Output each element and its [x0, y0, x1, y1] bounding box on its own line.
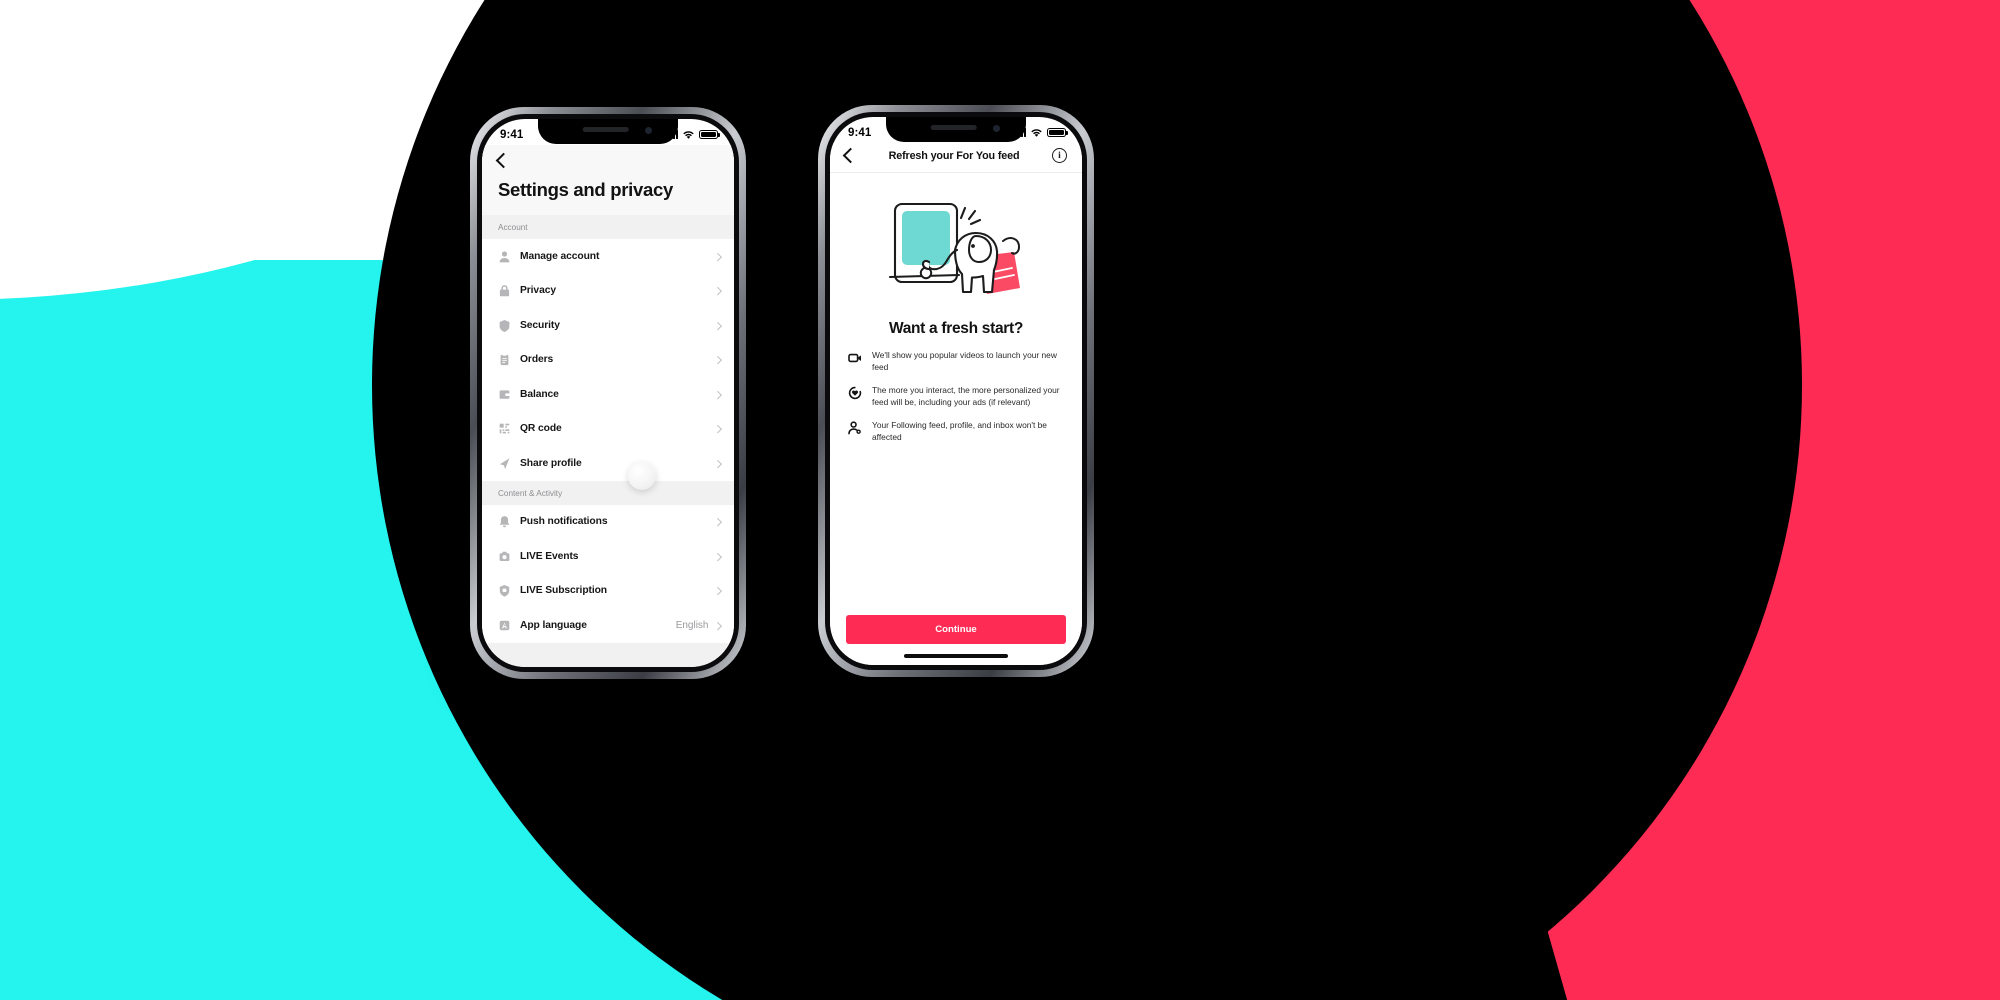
info-circle-icon[interactable]: i: [1052, 148, 1067, 163]
settings-row-balance[interactable]: Balance: [482, 377, 734, 412]
benefit-text: The more you interact, the more personal…: [872, 384, 1060, 407]
share-arrow-icon: [498, 457, 511, 470]
settings-row-push-notifications[interactable]: Push notifications: [482, 505, 734, 540]
status-bar: 9:41: [482, 119, 734, 145]
nav-bar: Refresh your For You feed i: [830, 143, 1082, 173]
person-gear-icon: [848, 421, 862, 435]
chevron-left-icon: [495, 152, 512, 169]
benefit-item: The more you interact, the more personal…: [848, 385, 1066, 409]
phone-mockup-settings: 9:41 Settings and privacy Account Manage…: [470, 107, 746, 679]
translate-icon: [498, 619, 511, 632]
benefit-list: We'll show you popular videos to launch …: [830, 350, 1082, 444]
chevron-right-icon: [713, 459, 722, 468]
cellular-signal-icon: [666, 130, 678, 139]
settings-card: Push notifications LIVE Events LIVE Subscr…: [482, 504, 734, 643]
live-shield-icon: [498, 584, 511, 597]
settings-row-label: Orders: [520, 354, 554, 366]
phone-bezel: 9:41 Settings and privacy Account Manage…: [477, 114, 739, 672]
phone-bezel: 9:41 Refresh your For You feed i Want a …: [825, 112, 1087, 670]
settings-card: Manage account Privacy Security Orders Balan…: [482, 239, 734, 481]
settings-row-label: LIVE Subscription: [520, 585, 607, 597]
chevron-right-icon: [713, 252, 722, 261]
benefit-text: Your Following feed, profile, and inbox …: [872, 419, 1047, 442]
chevron-right-icon: [713, 355, 722, 364]
settings-row-label: App language: [520, 619, 587, 631]
settings-row-share-profile[interactable]: Share profile: [482, 446, 734, 481]
settings-row-label: Security: [520, 319, 560, 331]
settings-row-app-language[interactable]: App language English: [482, 608, 734, 643]
battery-icon: [699, 129, 720, 140]
chevron-left-icon[interactable]: [842, 147, 859, 164]
chevron-right-icon: [713, 424, 722, 433]
settings-row-live-events[interactable]: LIVE Events: [482, 539, 734, 574]
status-time: 9:41: [500, 128, 524, 141]
person-icon: [498, 250, 511, 263]
hero-title: Want a fresh start?: [888, 320, 1024, 337]
chevron-right-icon: [713, 621, 722, 630]
bell-icon: [498, 515, 511, 528]
battery-icon: [1047, 127, 1068, 138]
settings-row-value: English: [675, 619, 709, 631]
settings-row-label: Privacy: [520, 285, 556, 297]
settings-row-label: LIVE Events: [520, 550, 579, 562]
chevron-right-icon: [713, 586, 722, 595]
wifi-icon: [683, 130, 694, 139]
elephant-phone-illustration: [830, 173, 1082, 312]
status-indicators: [1014, 127, 1068, 138]
phone-screen-settings: 9:41 Settings and privacy Account Manage…: [482, 119, 734, 667]
settings-row-security[interactable]: Security: [482, 308, 734, 343]
continue-button[interactable]: Continue: [846, 615, 1066, 644]
refresh-feed-body: Refresh your For You feed i Want a fresh…: [830, 143, 1082, 665]
settings-row-label: Balance: [520, 388, 559, 400]
clipboard-icon: [498, 353, 511, 366]
screenshot-stage: 9:41 Settings and privacy Account Manage…: [0, 0, 2000, 1000]
settings-row-orders[interactable]: Orders: [482, 343, 734, 378]
white-corner-shape: [0, 0, 400, 260]
status-time: 9:41: [848, 126, 872, 139]
video-camera-icon: [848, 351, 862, 365]
page-title: Settings and privacy: [482, 173, 734, 215]
cellular-signal-icon: [1014, 128, 1026, 137]
chevron-right-icon: [713, 390, 722, 399]
nav-title: Refresh your For You feed: [888, 149, 1020, 162]
benefit-text: We'll show you popular videos to launch …: [872, 350, 1057, 372]
chevron-right-icon: [713, 321, 722, 330]
status-indicators: [666, 129, 720, 140]
benefit-item: Your Following feed, profile, and inbox …: [848, 420, 1066, 444]
section-header: Content & Activity: [482, 480, 734, 505]
shield-icon: [498, 319, 511, 332]
phone-screen-refresh: 9:41 Refresh your For You feed i Want a …: [830, 117, 1082, 665]
settings-list: Account Manage account Privacy Security Orde…: [482, 215, 734, 643]
wallet-icon: [498, 388, 511, 401]
phone-mockup-refresh-feed: 9:41 Refresh your For You feed i Want a …: [818, 105, 1094, 677]
settings-row-manage-account[interactable]: Manage account: [482, 239, 734, 274]
chevron-right-icon: [713, 517, 722, 526]
settings-row-live-subscription[interactable]: LIVE Subscription: [482, 574, 734, 609]
settings-row-label: Push notifications: [520, 516, 608, 528]
floating-cursor-dot: [628, 462, 656, 490]
wifi-icon: [1031, 128, 1042, 137]
section-header: Account: [482, 215, 734, 239]
qr-code-icon: [498, 422, 511, 435]
chevron-right-icon: [713, 552, 722, 561]
lock-icon: [498, 284, 511, 297]
settings-row-privacy[interactable]: Privacy: [482, 274, 734, 309]
home-indicator: [904, 654, 1008, 658]
live-camera-icon: [498, 550, 511, 563]
benefit-item: We'll show you popular videos to launch …: [848, 350, 1066, 374]
settings-row-qr-code[interactable]: QR code: [482, 412, 734, 447]
status-bar: 9:41: [830, 117, 1082, 143]
settings-row-label: QR code: [520, 423, 562, 435]
settings-body: Settings and privacy Account Manage accou…: [482, 145, 734, 667]
flex-spacer: [830, 444, 1082, 615]
back-button[interactable]: [482, 145, 734, 173]
settings-row-label: Manage account: [520, 250, 600, 262]
settings-row-label: Share profile: [520, 457, 582, 469]
chevron-right-icon: [713, 286, 722, 295]
heart-refresh-icon: [848, 386, 862, 400]
